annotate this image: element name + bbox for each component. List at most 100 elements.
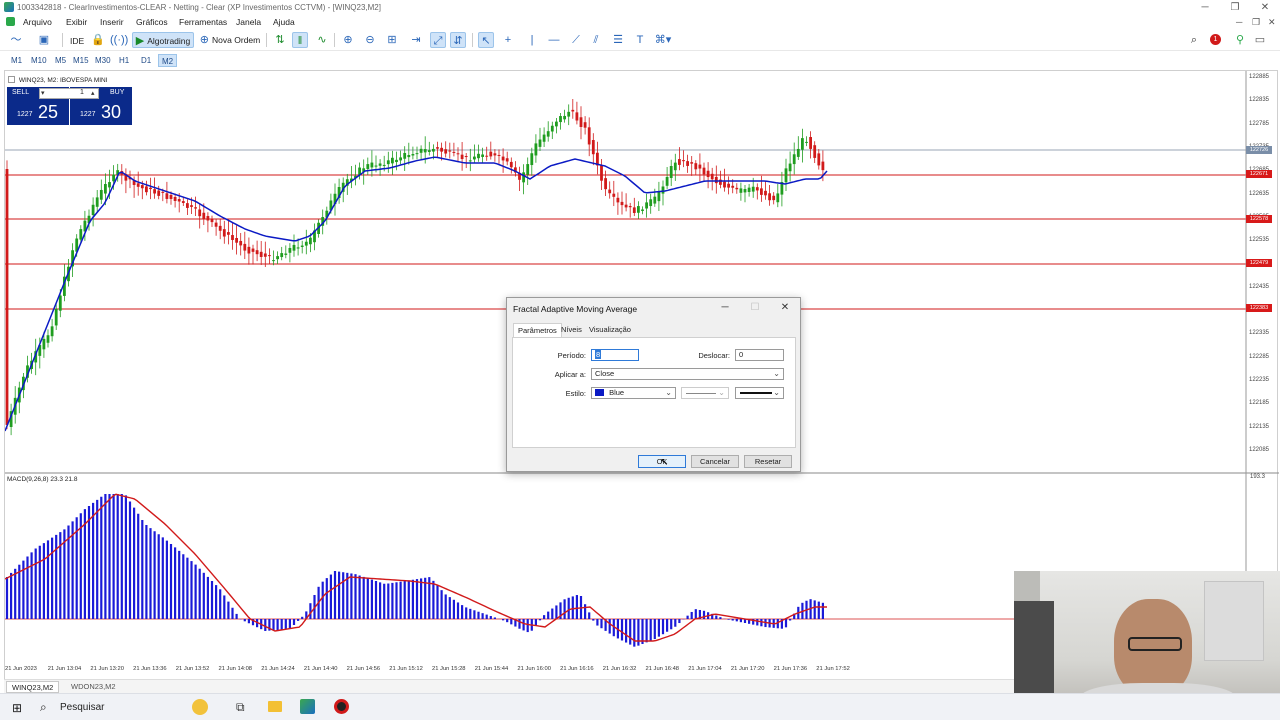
candle-body <box>140 185 144 189</box>
candle-body <box>452 151 456 153</box>
grid-icon[interactable]: ⊞ <box>384 32 400 48</box>
candle-body <box>628 206 632 208</box>
notification-badge[interactable]: 1 <box>1210 34 1221 45</box>
task-view-icon[interactable]: ⧉ <box>236 700 245 715</box>
shapes-icon[interactable]: ⌘▾ <box>652 32 674 48</box>
menu-ajuda[interactable]: Ajuda <box>273 17 295 27</box>
candle-body <box>99 189 103 200</box>
tab-parametros[interactable]: Parâmetros <box>513 323 562 337</box>
equidistant-channel-icon[interactable]: ⫽ <box>588 32 604 48</box>
estilo-color-select[interactable]: Blue ⌄ <box>591 387 676 399</box>
candle-body <box>694 163 698 170</box>
menu-graficos[interactable]: Gráficos <box>136 17 168 27</box>
price-level-tag: 122578 <box>1246 215 1272 223</box>
minimize-icon[interactable]: ─ <box>1190 1 1220 14</box>
volume-decrease-icon[interactable]: ▾ <box>41 89 45 97</box>
nova-ordem-label: Nova Ordem <box>212 35 261 45</box>
tab-wdon23[interactable]: WDON23,M2 <box>66 681 121 693</box>
horizontal-line-icon[interactable]: — <box>546 32 562 48</box>
metatrader-icon[interactable] <box>300 699 315 714</box>
macd-caption: MACD(9,26,8) 23.3 21.8 <box>7 476 78 483</box>
zoom-in-icon[interactable]: ⊕ <box>340 32 356 48</box>
vertical-line-icon[interactable]: | <box>524 32 540 48</box>
candle-body <box>641 209 644 211</box>
windows-start-icon[interactable]: ⊞ <box>12 701 22 715</box>
chart-shift-icon[interactable]: ⤢ <box>430 32 446 48</box>
indicators-icon[interactable]: ⇵ <box>450 32 466 48</box>
timeframe-m30[interactable]: M30 <box>92 54 114 67</box>
timeframe-m5[interactable]: M5 <box>52 54 69 67</box>
timeframe-d1[interactable]: D1 <box>138 54 154 67</box>
templates-icon[interactable]: ▣ <box>36 32 52 48</box>
zoom-out-icon[interactable]: ⊖ <box>362 32 378 48</box>
price-axis-label: 122235 <box>1249 376 1270 383</box>
crosshair-icon[interactable]: + <box>500 32 516 48</box>
tab-winq23[interactable]: WINQ23,M2 <box>6 681 60 693</box>
layout-icon[interactable]: ▭ <box>1252 32 1268 48</box>
nova-ordem-button[interactable]: ⊕ Nova Ordem <box>198 32 262 48</box>
lock-icon[interactable]: 🔒 <box>90 32 106 48</box>
restore-icon[interactable]: ❐ <box>1220 1 1250 14</box>
line-chart-icon[interactable]: ∿ <box>314 32 330 48</box>
menu-janela[interactable]: Janela <box>236 17 261 27</box>
menu-ferramentas[interactable]: Ferramentas <box>179 17 227 27</box>
indicator-dialog: Fractal Adaptive Moving Average ─ ☐ ✕ Pa… <box>506 297 801 472</box>
timeframe-m10[interactable]: M10 <box>28 54 50 67</box>
tab-niveis[interactable]: Níveis <box>557 323 586 337</box>
app-menu-icon[interactable] <box>6 17 15 26</box>
account-icon[interactable]: ⚲ <box>1232 32 1248 48</box>
periodo-label: Período: <box>557 351 586 360</box>
mdi-restore-icon[interactable]: ❐ <box>1252 17 1260 28</box>
volume-value[interactable]: 1 <box>80 89 84 96</box>
recorder-icon[interactable] <box>334 699 349 714</box>
file-explorer-icon[interactable] <box>268 701 282 712</box>
algotrading-button[interactable]: ▶ Algotrading <box>132 32 194 48</box>
ide-button[interactable]: IDE <box>70 36 84 46</box>
signal-icon[interactable]: ((·)) <box>110 32 128 48</box>
cancel-button[interactable]: Cancelar <box>691 455 739 468</box>
price-axis[interactable]: 1228851228351227851227351226851226351225… <box>1245 70 1278 472</box>
autoscroll-icon[interactable]: ⇥ <box>408 32 424 48</box>
volume-increase-icon[interactable]: ▴ <box>91 89 95 97</box>
menu-exibir[interactable]: Exibir <box>66 17 87 27</box>
menu-inserir[interactable]: Inserir <box>100 17 124 27</box>
periodo-input[interactable]: 8 <box>591 349 639 361</box>
search-icon[interactable]: ⌕ <box>1186 32 1202 48</box>
dialog-close-icon[interactable]: ✕ <box>774 301 796 315</box>
deslocar-input[interactable]: 0 <box>735 349 784 361</box>
timeframe-m2[interactable]: M2 <box>158 54 178 67</box>
menu-bar: Arquivo Exibir Inserir Gráficos Ferramen… <box>0 15 1280 29</box>
candle-body <box>95 197 99 207</box>
cursor-icon[interactable]: ↖ <box>478 32 494 48</box>
dialog-minimize-icon[interactable]: ─ <box>714 301 736 315</box>
bar-chart-icon[interactable]: ⇅ <box>272 32 288 48</box>
reset-button[interactable]: Resetar <box>744 455 792 468</box>
timeframe-h1[interactable]: H1 <box>116 54 132 67</box>
fibonacci-icon[interactable]: ☰ <box>610 32 626 48</box>
aplicar-select[interactable]: Close ⌄ <box>591 368 784 380</box>
menu-arquivo[interactable]: Arquivo <box>23 17 52 27</box>
candle-body <box>669 166 673 179</box>
candle-body <box>550 125 554 132</box>
candle-body <box>304 241 308 246</box>
candle-body <box>604 178 607 190</box>
close-icon[interactable]: ✕ <box>1250 1 1280 14</box>
candle-body <box>682 160 685 162</box>
chart-type-icon[interactable]: 〜 <box>8 32 24 48</box>
line-width-select[interactable]: ⌄ <box>735 387 784 399</box>
mdi-close-icon[interactable]: ✕ <box>1268 17 1276 28</box>
tab-visualizacao[interactable]: Visualização <box>585 323 635 337</box>
timeframe-m15[interactable]: M15 <box>70 54 92 67</box>
candlestick-icon[interactable]: ‖ <box>292 32 308 48</box>
timeframe-m1[interactable]: M1 <box>8 54 25 67</box>
candle-body <box>776 193 780 203</box>
trendline-icon[interactable]: ⟋ <box>568 32 584 48</box>
candle-body <box>259 251 263 257</box>
volume-field[interactable]: ▾ 1 ▴ <box>39 88 99 99</box>
taskbar-search-input[interactable]: Pesquisar <box>60 702 104 713</box>
line-style-select[interactable]: ⌄ <box>681 387 729 399</box>
candle-body <box>768 193 771 201</box>
weather-icon[interactable] <box>192 699 208 715</box>
text-icon[interactable]: T <box>632 32 648 48</box>
mdi-minimize-icon[interactable]: ─ <box>1236 17 1242 27</box>
